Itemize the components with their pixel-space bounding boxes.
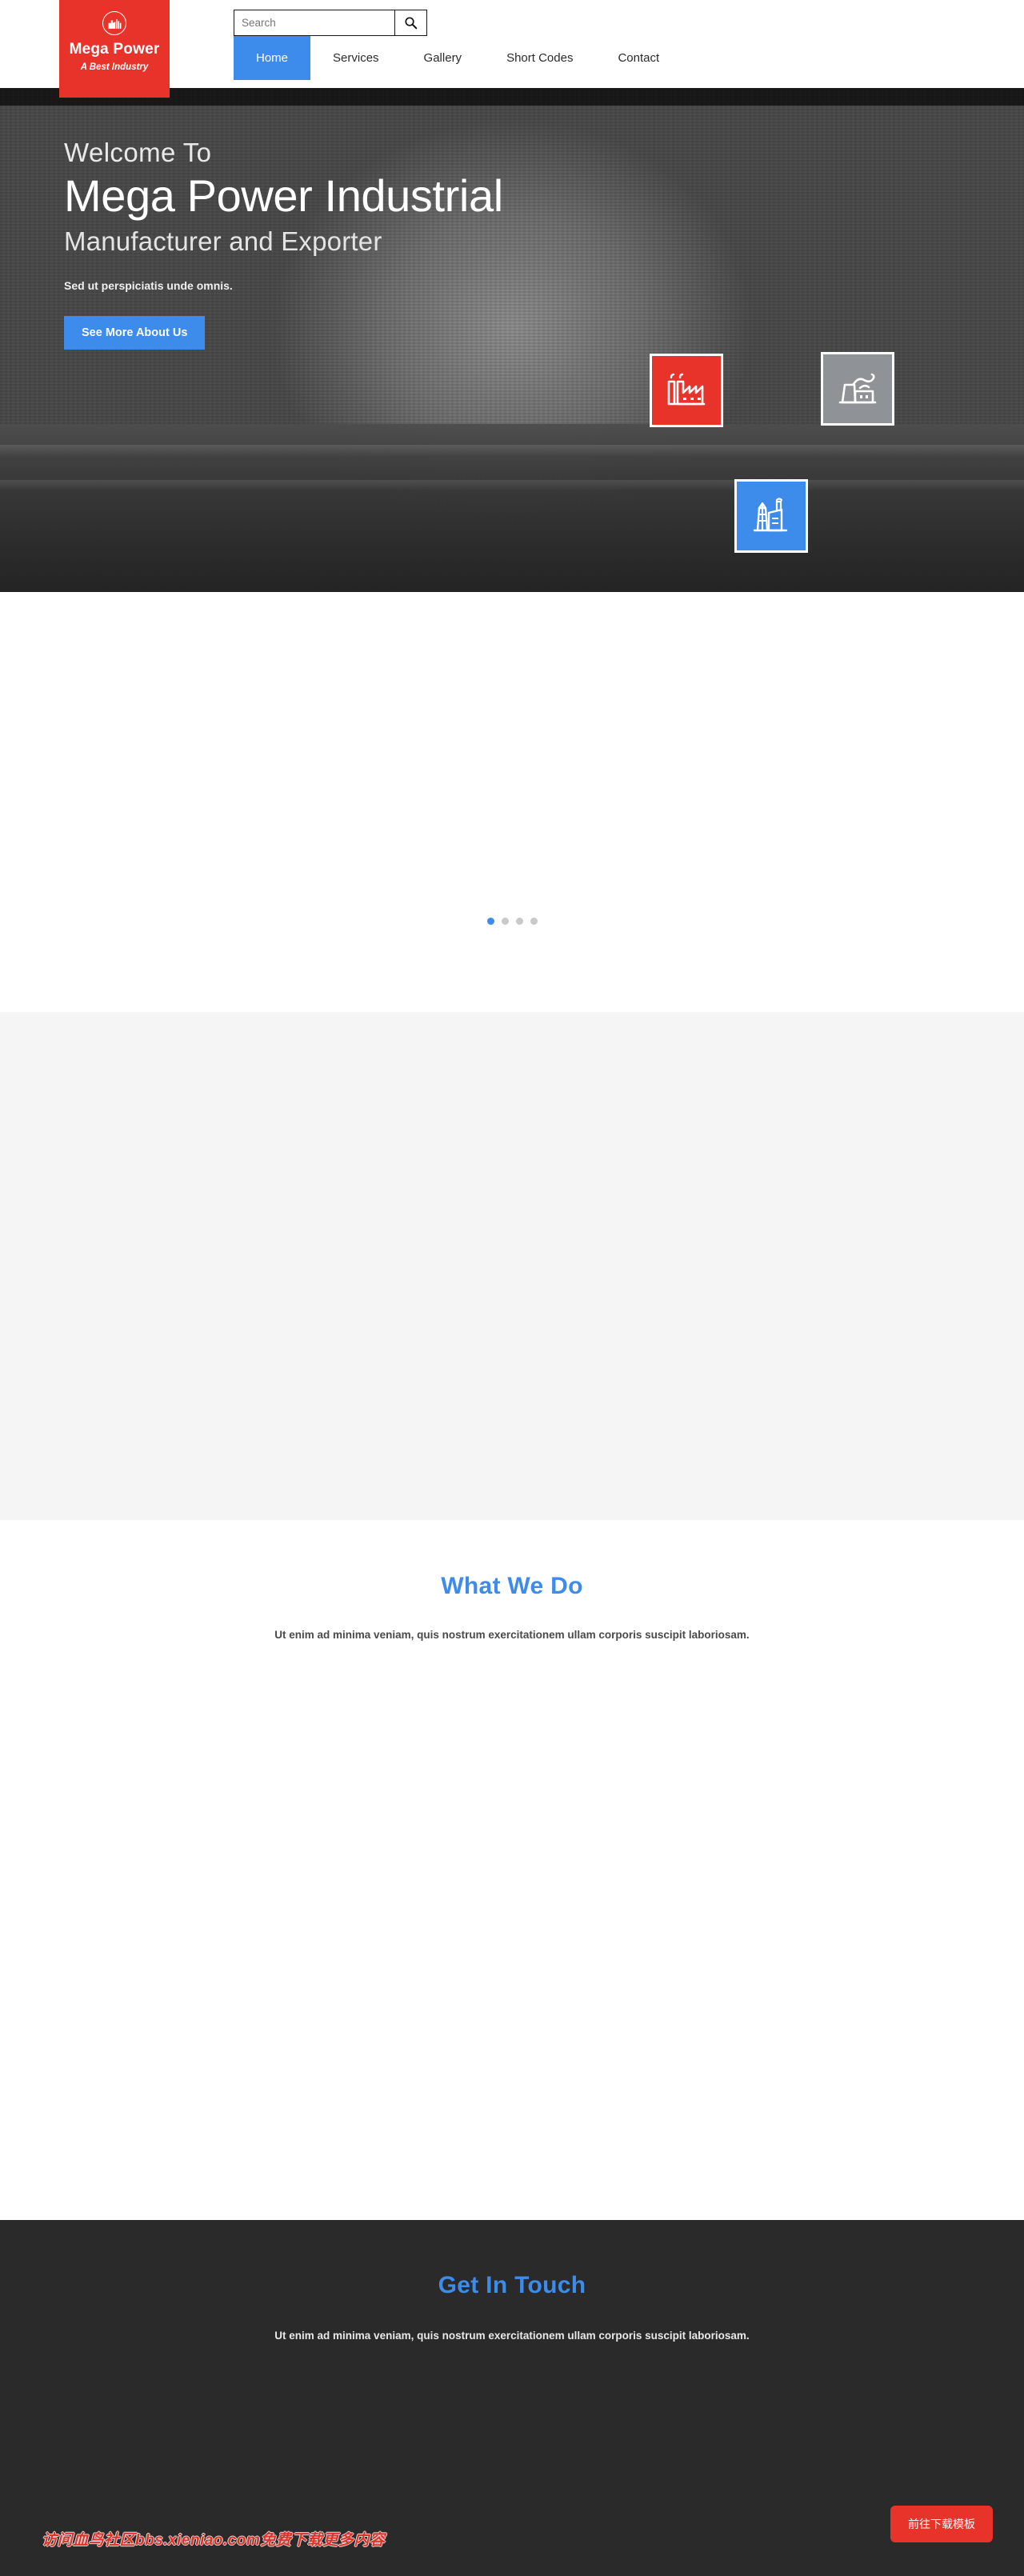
refinery-tower-icon: [753, 498, 788, 532]
factory-smoke-icon: [838, 373, 877, 404]
slider-dot-2[interactable]: [501, 918, 509, 925]
features-section: [0, 1012, 1024, 1520]
hero-icon-box-factory-smoke[interactable]: [821, 352, 894, 426]
what-we-do-section: [0, 1520, 1024, 2220]
search-icon: [405, 17, 418, 30]
slider-pagination: [0, 918, 1024, 925]
what-we-do-title: What We Do: [441, 1573, 583, 1599]
nav-label: Short Codes: [506, 51, 574, 65]
factory-circle-icon: [102, 11, 126, 35]
see-more-about-us-button[interactable]: See More About Us: [64, 315, 206, 350]
nav-label: Services: [333, 51, 379, 65]
nav-item-services[interactable]: Services: [310, 36, 402, 80]
hero-icon-box-refinery-tower[interactable]: [734, 479, 808, 553]
nav-item-short-codes[interactable]: Short Codes: [484, 36, 595, 80]
slider-dot-4[interactable]: [530, 918, 538, 925]
factory-chimneys-icon: [667, 373, 706, 406]
hero-icon-box-factory-chimneys[interactable]: [650, 354, 723, 427]
site-logo[interactable]: Mega Power A Best Industry: [59, 0, 170, 98]
main-navigation: Home Services Gallery Short Codes Contac…: [234, 36, 682, 80]
nav-label: Gallery: [423, 51, 462, 65]
hero-content: Welcome To Mega Power Industrial Manufac…: [0, 88, 1024, 592]
logo-tagline: A Best Industry: [80, 62, 149, 72]
hero-subtitle: Manufacturer and Exporter: [64, 226, 382, 256]
nav-item-contact[interactable]: Contact: [595, 36, 682, 80]
get-in-touch-lead: Ut enim ad minima veniam, quis nostrum e…: [274, 2330, 750, 2342]
search-box[interactable]: [234, 10, 427, 36]
search-button[interactable]: [394, 10, 426, 35]
hero-text-block: Welcome To Mega Power Industrial Manufac…: [64, 138, 503, 350]
hero-title: Mega Power Industrial: [64, 170, 503, 221]
get-in-touch-title: Get In Touch: [438, 2272, 586, 2298]
search-input[interactable]: [234, 10, 394, 35]
nav-label: Home: [256, 51, 289, 65]
download-template-button[interactable]: 前往下载模板: [890, 2506, 993, 2542]
nav-item-gallery[interactable]: Gallery: [402, 36, 485, 80]
nav-item-home[interactable]: Home: [234, 36, 311, 80]
hero-description: Sed ut perspiciatis unde omnis.: [64, 278, 233, 292]
slider-dot-1[interactable]: [486, 918, 494, 925]
nav-label: Contact: [618, 51, 660, 65]
logo-title: Mega Power: [69, 41, 160, 58]
what-we-do-lead: Ut enim ad minima veniam, quis nostrum e…: [274, 1629, 750, 1641]
hero-welcome: Welcome To: [64, 138, 212, 167]
site-watermark: 访问血鸟社区bbs.xieniao.com免费下载更多内容: [42, 2532, 386, 2549]
slider-dot-3[interactable]: [515, 918, 523, 925]
hero-banner: Welcome To Mega Power Industrial Manufac…: [0, 88, 1024, 592]
